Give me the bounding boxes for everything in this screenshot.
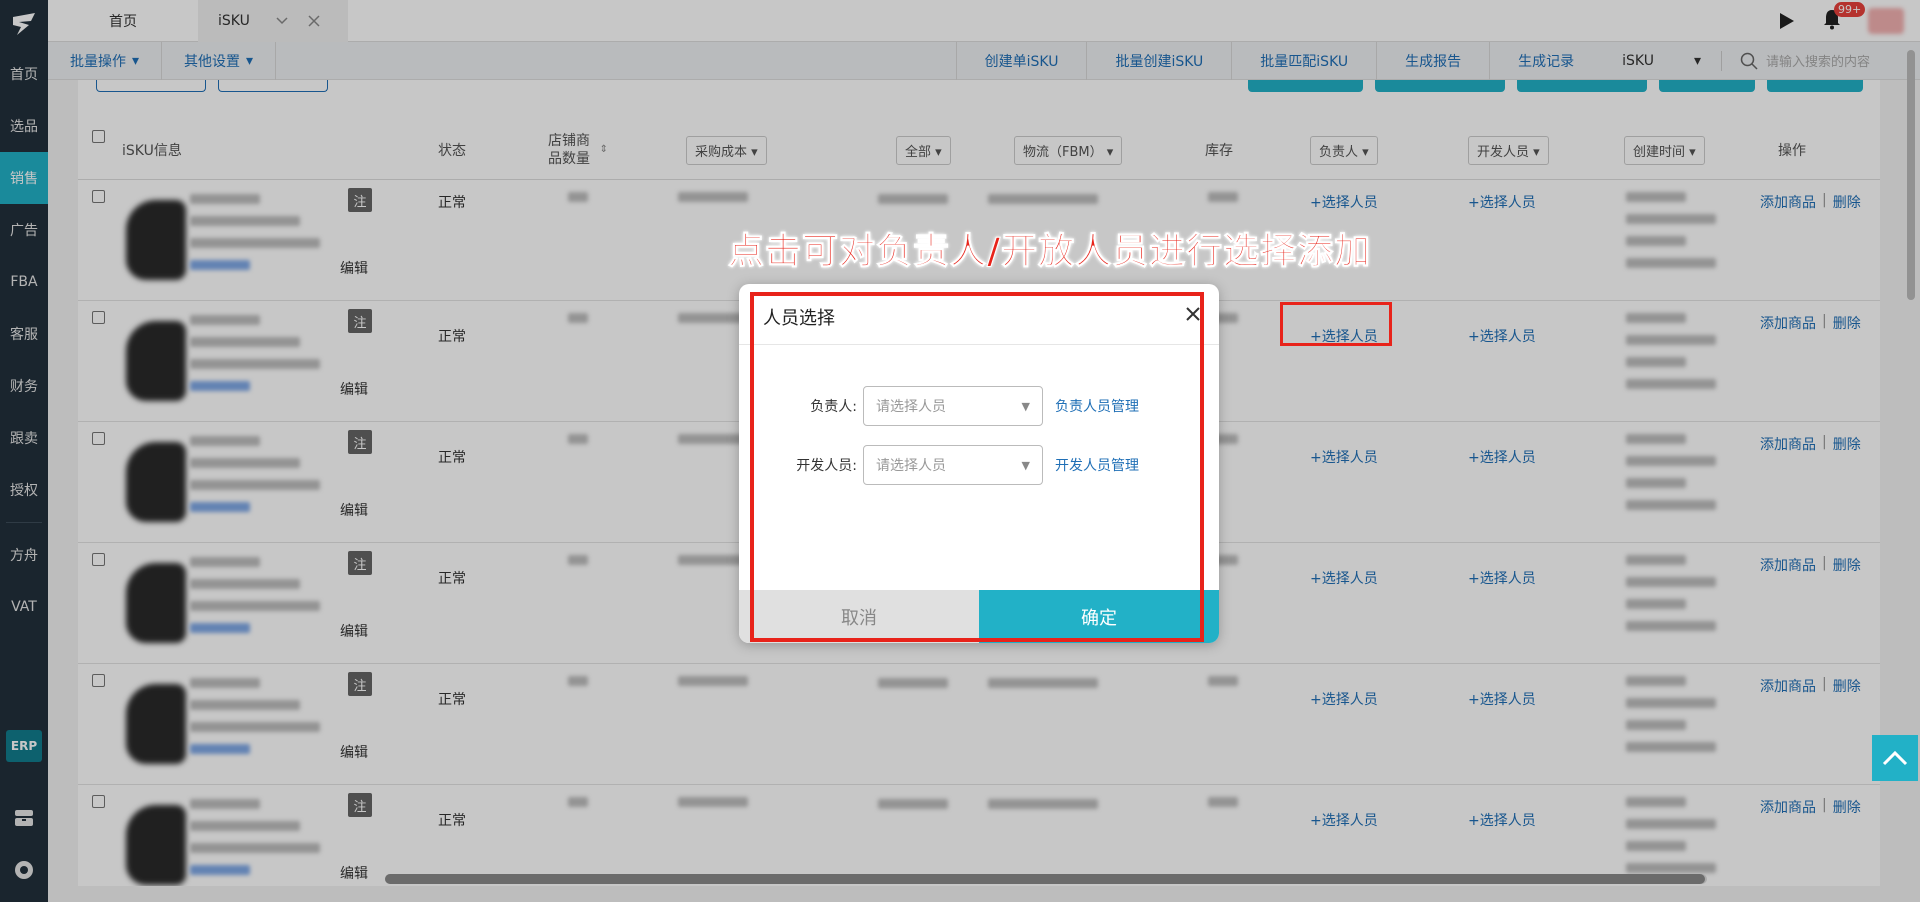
annotation-text: 点击可对负责人/开放人员进行选择添加 [727,231,1372,273]
chevron-up-icon [1882,750,1908,766]
annotation-highlight-box [1280,302,1392,346]
annotation-dialog-frame [750,292,1204,642]
back-to-top-button[interactable] [1872,735,1918,781]
